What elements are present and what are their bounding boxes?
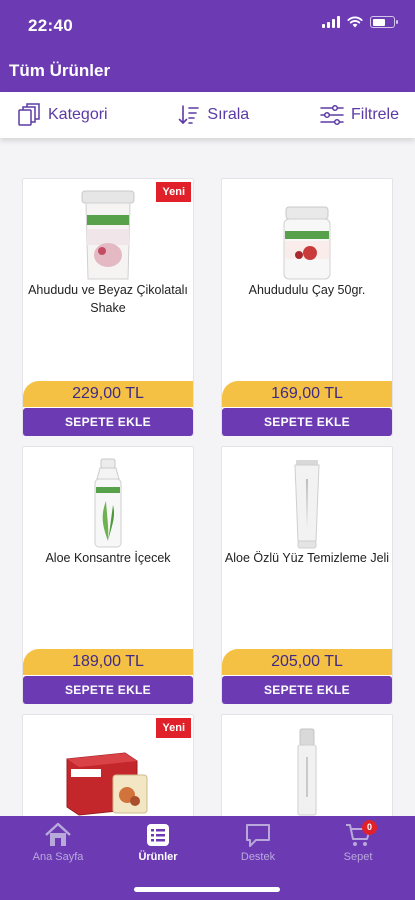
product-price: 169,00 TL: [222, 381, 392, 407]
home-indicator: [134, 887, 280, 892]
product-image: [58, 453, 158, 549]
status-bar: 22:40: [0, 0, 415, 50]
sort-icon: [179, 105, 200, 125]
product-image: [257, 725, 357, 816]
cart-count-badge: 0: [362, 820, 377, 835]
sort-label: Sırala: [207, 106, 250, 123]
tab-products[interactable]: Ürünler: [118, 822, 198, 863]
product-name: Ahududu ve Beyaz Çikolatalı Shake: [28, 283, 188, 315]
product-price: 229,00 TL: [23, 381, 193, 407]
tab-home[interactable]: Ana Sayfa: [18, 822, 98, 863]
category-button[interactable]: Kategori: [16, 102, 108, 128]
page-title: Tüm Ürünler: [9, 61, 111, 80]
status-time: 22:40: [28, 16, 73, 35]
wifi-icon: [347, 16, 363, 28]
tab-cart[interactable]: 0 Sepet: [318, 820, 398, 863]
product-grid: Yeni Ahududu ve Beyaz Çikolatalı Shake 2…: [0, 138, 415, 816]
filter-label: Filtrele: [350, 106, 399, 123]
add-to-cart-button[interactable]: SEPETE EKLE: [222, 408, 392, 436]
products-list-icon: [147, 824, 169, 846]
battery-icon: [370, 16, 398, 28]
product-name: Ahududulu Çay 50gr.: [248, 283, 366, 297]
add-to-cart-button[interactable]: SEPETE EKLE: [222, 676, 392, 704]
filter-icon: [320, 104, 344, 126]
product-card[interactable]: [221, 714, 393, 816]
new-badge: Yeni: [156, 182, 191, 202]
cellular-signal-icon: [322, 16, 340, 28]
product-image: [257, 453, 357, 549]
sort-button[interactable]: Sırala: [177, 103, 249, 127]
product-name: Aloe Özlü Yüz Temizleme Jeli: [224, 551, 390, 565]
filter-button[interactable]: Filtrele: [319, 103, 399, 127]
tab-cart-label: Sepet: [343, 851, 373, 863]
product-image: [58, 185, 158, 281]
chat-bubble-icon: [246, 824, 270, 847]
category-label: Kategori: [48, 106, 108, 123]
product-card[interactable]: Aloe Konsantre İçecek 189,00 TL SEPETE E…: [22, 446, 194, 704]
product-image: [257, 185, 357, 281]
product-price: 205,00 TL: [222, 649, 392, 675]
product-card[interactable]: Ahududulu Çay 50gr. 169,00 TL SEPETE EKL…: [221, 178, 393, 436]
tab-home-label: Ana Sayfa: [32, 851, 84, 863]
title-bar: Tüm Ürünler: [0, 50, 415, 92]
tab-support[interactable]: Destek: [218, 822, 298, 863]
filter-toolbar: Kategori Sırala Filtrele: [0, 92, 415, 138]
category-icon: [18, 103, 40, 126]
add-to-cart-button[interactable]: SEPETE EKLE: [23, 676, 193, 704]
product-name: Aloe Konsantre İçecek: [45, 551, 171, 565]
add-to-cart-button[interactable]: SEPETE EKLE: [23, 408, 193, 436]
tab-products-label: Ürünler: [138, 851, 178, 863]
tab-support-label: Destek: [240, 851, 276, 863]
product-image: [58, 737, 158, 816]
bottom-tab-bar: Ana Sayfa Ürünler Destek 0 Sepet: [0, 816, 415, 900]
product-card[interactable]: Aloe Özlü Yüz Temizleme Jeli 205,00 TL S…: [221, 446, 393, 704]
product-card[interactable]: Yeni: [22, 714, 194, 816]
product-card[interactable]: Yeni Ahududu ve Beyaz Çikolatalı Shake 2…: [22, 178, 194, 436]
product-price: 189,00 TL: [23, 649, 193, 675]
new-badge: Yeni: [156, 718, 191, 738]
home-icon: [45, 822, 71, 846]
status-icons: [322, 16, 398, 28]
